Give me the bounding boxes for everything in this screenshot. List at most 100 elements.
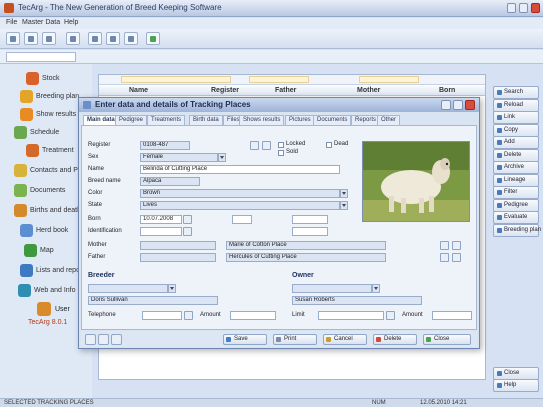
dialog-tab[interactable]: Birth data bbox=[189, 115, 223, 125]
dialog-tab[interactable]: Other bbox=[377, 115, 401, 125]
breeder-telephone-field[interactable] bbox=[142, 311, 182, 320]
owner-dropdown-arrow[interactable] bbox=[372, 284, 380, 293]
state-dropdown-arrow[interactable] bbox=[340, 201, 348, 210]
breeder-telephone-button[interactable] bbox=[184, 311, 193, 320]
toolbar-go-button[interactable] bbox=[146, 32, 160, 45]
toolbar-print-button[interactable] bbox=[66, 32, 80, 45]
father-register-field[interactable] bbox=[140, 253, 216, 262]
toolbar-back-button[interactable] bbox=[6, 32, 20, 45]
prev-record-button[interactable] bbox=[98, 334, 109, 345]
dialog-tab[interactable]: Main data bbox=[83, 115, 119, 125]
sex-select[interactable]: Female bbox=[140, 153, 218, 162]
dialog-tab[interactable]: Shows results bbox=[239, 115, 285, 125]
owner-name-field[interactable]: Susan Roberts bbox=[292, 296, 422, 305]
toolbar-refresh-button[interactable] bbox=[124, 32, 138, 45]
toolbar-forward-button[interactable] bbox=[24, 32, 38, 45]
address-input[interactable] bbox=[6, 52, 76, 62]
action-button[interactable]: Pedigree bbox=[493, 198, 539, 212]
father-open-button[interactable] bbox=[452, 253, 461, 262]
column-header[interactable]: Mother bbox=[357, 87, 380, 94]
owner-id-field[interactable] bbox=[292, 284, 372, 293]
dialog-tab[interactable]: Documents bbox=[313, 115, 352, 125]
dialog-close-button[interactable] bbox=[465, 100, 475, 110]
dialog-tab[interactable]: Pictures bbox=[285, 115, 315, 125]
register-clear-button[interactable] bbox=[262, 141, 271, 150]
action-button[interactable]: Lineage bbox=[493, 173, 539, 187]
menu-help[interactable]: Help bbox=[64, 19, 78, 26]
action-button[interactable]: Add bbox=[493, 136, 539, 149]
menu-file[interactable]: File bbox=[6, 19, 17, 26]
dialog-maximize-button[interactable] bbox=[453, 100, 463, 110]
action-button[interactable]: Delete bbox=[493, 148, 539, 162]
breeder-name-field[interactable]: Doris Sullivan bbox=[88, 296, 218, 305]
mother-name-field[interactable]: Marie of Cotton Place bbox=[226, 241, 386, 250]
born-time-field[interactable] bbox=[292, 215, 328, 224]
action-button[interactable]: Filter bbox=[493, 186, 539, 199]
filter-register-input[interactable] bbox=[249, 76, 309, 83]
cancel-button[interactable]: Cancel bbox=[323, 334, 367, 345]
toolbar-home-button[interactable] bbox=[88, 32, 102, 45]
dialog-tab[interactable]: Pedigree bbox=[115, 115, 148, 125]
save-button[interactable]: Save bbox=[223, 334, 267, 345]
breed-field[interactable]: Alpaca bbox=[140, 177, 200, 186]
owner-limit-button[interactable] bbox=[386, 311, 395, 320]
sex-dropdown-arrow[interactable] bbox=[218, 153, 226, 162]
print-button[interactable]: Print bbox=[273, 334, 317, 345]
first-record-button[interactable] bbox=[85, 334, 96, 345]
close-dialog-button[interactable]: Close bbox=[423, 334, 471, 345]
state-select[interactable]: Lives bbox=[140, 201, 340, 210]
sold-checkbox[interactable] bbox=[278, 150, 284, 156]
filter-name-input[interactable] bbox=[121, 76, 231, 83]
breeder-dropdown-arrow[interactable] bbox=[168, 284, 176, 293]
father-name-field[interactable]: Hercules of Cutting Place bbox=[226, 253, 386, 262]
toolbar-stop-button[interactable] bbox=[42, 32, 56, 45]
owner-amount-field[interactable] bbox=[432, 311, 472, 320]
next-record-button[interactable] bbox=[111, 334, 122, 345]
born-extra-field[interactable] bbox=[232, 215, 252, 224]
delete-button[interactable]: Delete bbox=[373, 334, 417, 345]
dialog-minimize-button[interactable] bbox=[441, 100, 451, 110]
born-calendar-button[interactable] bbox=[183, 215, 192, 224]
owner-amount-label: Amount bbox=[402, 312, 423, 318]
breeder-amount-field[interactable] bbox=[230, 311, 276, 320]
register-lookup-button[interactable] bbox=[250, 141, 259, 150]
color-dropdown-arrow[interactable] bbox=[340, 189, 348, 198]
action-button[interactable]: Evaluate bbox=[493, 211, 539, 224]
column-header[interactable]: Born bbox=[439, 87, 455, 94]
action-button[interactable]: Link bbox=[493, 111, 539, 124]
minimize-button[interactable] bbox=[507, 3, 516, 13]
name-field[interactable]: Belinda of Cutting Place bbox=[140, 165, 340, 174]
register-field[interactable]: 0108-487 bbox=[140, 141, 190, 150]
action-button[interactable]: Copy bbox=[493, 123, 539, 137]
close-button[interactable] bbox=[531, 3, 540, 13]
action-button[interactable]: Archive bbox=[493, 161, 539, 174]
identification-button[interactable] bbox=[183, 227, 192, 236]
identification-field[interactable] bbox=[140, 227, 182, 236]
mother-open-button[interactable] bbox=[452, 241, 461, 250]
column-header[interactable]: Name bbox=[129, 87, 148, 94]
maximize-button[interactable] bbox=[519, 3, 528, 13]
menu-master-data[interactable]: Master Data bbox=[22, 19, 60, 26]
toolbar-search-button[interactable] bbox=[106, 32, 120, 45]
dead-checkbox[interactable] bbox=[326, 142, 332, 148]
filter-father-input[interactable] bbox=[359, 76, 419, 83]
born-date-field[interactable]: 10.07.2008 bbox=[140, 215, 182, 224]
breeder-id-field[interactable] bbox=[88, 284, 168, 293]
dialog-tab[interactable]: Reports bbox=[351, 115, 381, 125]
column-header[interactable]: Register bbox=[211, 87, 239, 94]
locked-checkbox[interactable] bbox=[278, 142, 284, 148]
action-button[interactable]: Reload bbox=[493, 98, 539, 112]
sidebar-user[interactable]: User TecArg 8.0.1 bbox=[26, 302, 76, 330]
dialog-tab[interactable]: Treatments bbox=[147, 115, 186, 125]
owner-limit-field[interactable] bbox=[318, 311, 384, 320]
action-panel: Search Reload Link Copy Add Delete Archive Line… bbox=[490, 74, 543, 394]
mother-register-field[interactable] bbox=[140, 241, 216, 250]
panel-help-button[interactable]: Help bbox=[493, 379, 539, 392]
column-header[interactable]: Father bbox=[275, 87, 296, 94]
color-select[interactable]: Brown bbox=[140, 189, 340, 198]
identification-extra-field[interactable] bbox=[292, 227, 328, 236]
father-lookup-button[interactable] bbox=[440, 253, 449, 262]
action-button[interactable]: Breeding plan bbox=[493, 223, 541, 237]
action-button[interactable]: Search bbox=[493, 86, 539, 99]
mother-lookup-button[interactable] bbox=[440, 241, 449, 250]
